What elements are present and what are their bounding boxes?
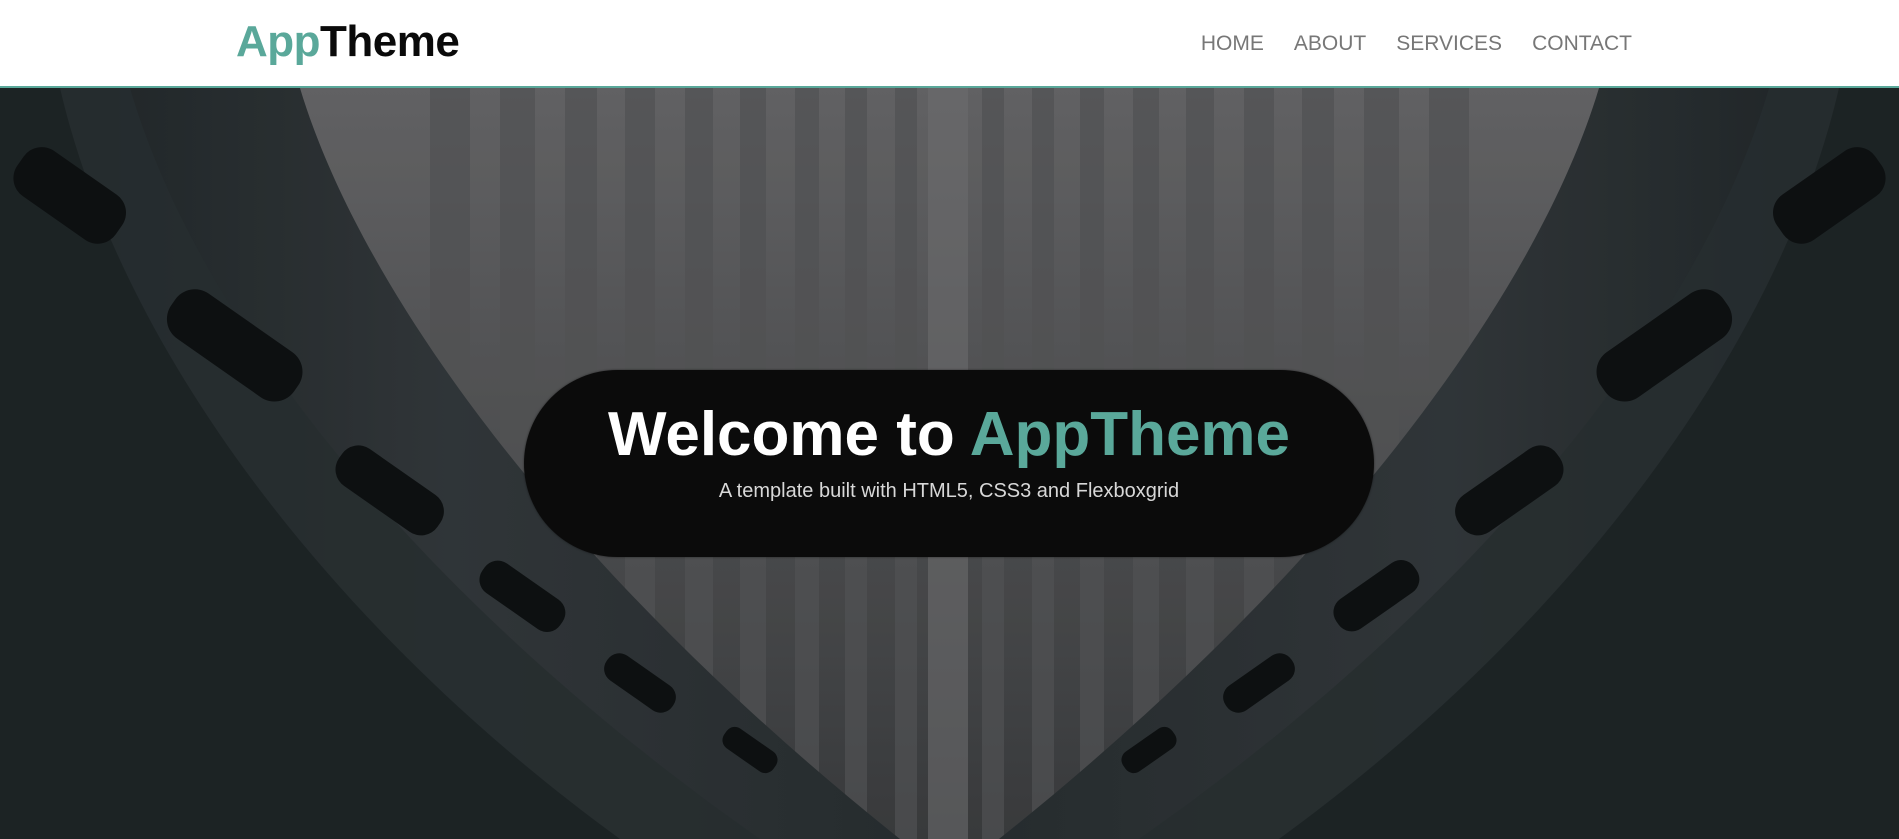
- hero-subtitle: A template built with HTML5, CSS3 and Fl…: [718, 480, 1180, 502]
- logo-accent-text: App: [236, 17, 321, 66]
- logo-rest-text: Theme: [320, 17, 460, 66]
- hero-title: Welcome to AppTheme: [524, 370, 1374, 468]
- site-logo[interactable]: AppTheme: [236, 17, 460, 66]
- hero-title-accent: AppTheme: [969, 400, 1291, 469]
- nav-link-home[interactable]: HOME: [1201, 32, 1264, 56]
- navbar: AppTheme HOME ABOUT SERVICES CONTACT: [0, 0, 1899, 88]
- hero-banner: Welcome to AppTheme A template built wit…: [524, 370, 1374, 557]
- nav-link-contact[interactable]: CONTACT: [1532, 32, 1632, 56]
- main-navigation: HOME ABOUT SERVICES CONTACT: [1201, 32, 1632, 56]
- nav-link-services[interactable]: SERVICES: [1396, 32, 1502, 56]
- hero-section: Welcome to AppTheme A template built wit…: [0, 88, 1899, 839]
- hero-title-prefix: Welcome to: [607, 400, 970, 469]
- nav-link-about[interactable]: ABOUT: [1294, 32, 1366, 56]
